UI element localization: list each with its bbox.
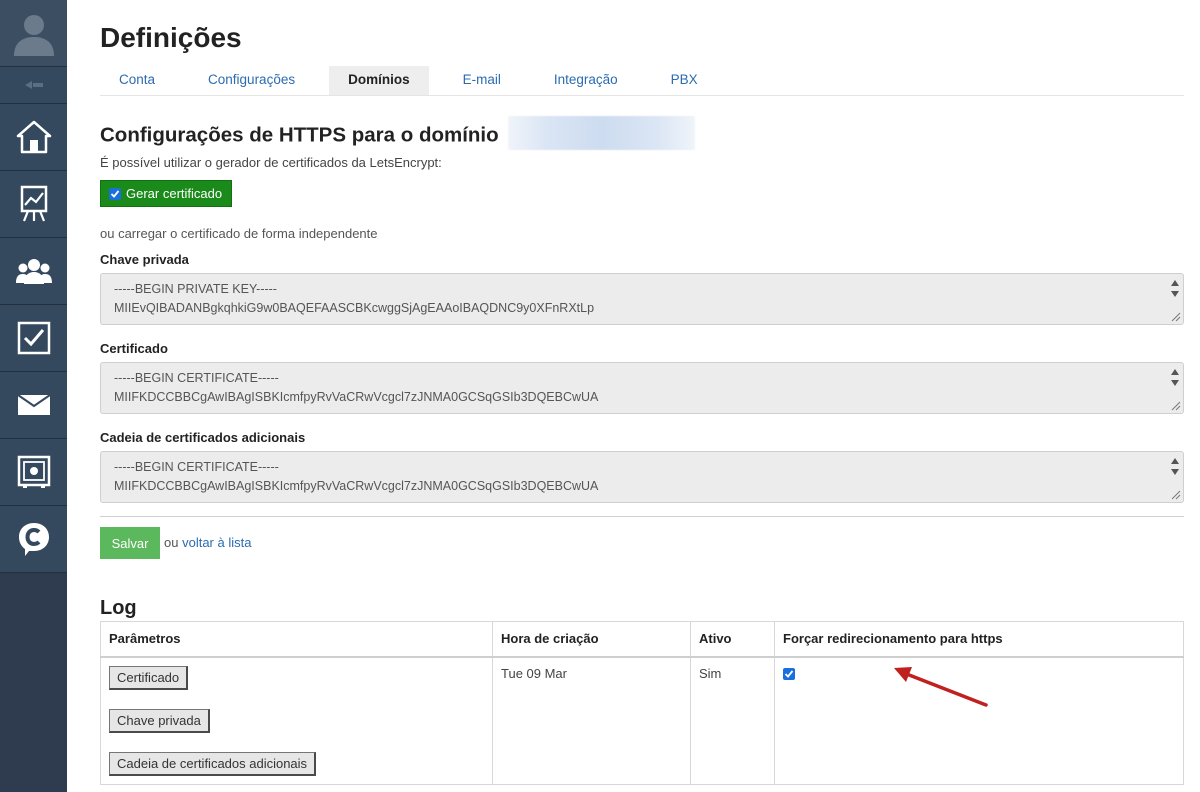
resize-handle-icon[interactable] — [1171, 401, 1181, 411]
collapse-icon — [24, 81, 43, 89]
tab-dominios[interactable]: Domínios — [329, 66, 429, 95]
checkmark-icon — [784, 669, 794, 678]
save-button[interactable]: Salvar — [100, 527, 160, 559]
active-cell: Sim — [690, 656, 775, 785]
user-avatar-icon — [13, 15, 54, 56]
sidebar-collapse[interactable] — [0, 67, 67, 104]
sidebar-item-chat[interactable] — [0, 506, 67, 573]
page-title: Definições — [100, 22, 242, 53]
mail-icon — [16, 394, 51, 415]
certificate-textarea[interactable]: -----BEGIN CERTIFICATE----- MIIFKDCCBBCg… — [100, 362, 1184, 414]
scroll-up-icon — [1171, 369, 1179, 375]
checkmark-icon — [110, 189, 120, 198]
back-to-list-link[interactable]: voltar à lista — [182, 535, 251, 550]
chain-label: Cadeia de certificados adicionais — [100, 430, 306, 445]
or-word: ou — [164, 535, 179, 550]
download-private-key-button[interactable]: Chave privada — [109, 708, 210, 733]
tab-bar: Conta Configurações Domínios E-mail Inte… — [100, 66, 1184, 96]
resize-handle-icon[interactable] — [1171, 312, 1181, 322]
sidebar-item-home[interactable] — [0, 104, 67, 171]
https-title-text: Configurações de HTTPS para o domínio — [100, 123, 499, 147]
sidebar-item-tasks[interactable] — [0, 305, 67, 372]
private-key-line-1: -----BEGIN PRIVATE KEY----- — [114, 282, 277, 296]
scroll-down-icon — [1171, 469, 1179, 475]
https-section-title: Configurações de HTTPS para o domínio — [100, 116, 696, 150]
certificate-label: Certificado — [100, 341, 168, 356]
generate-certificate-label: Gerar certificado — [126, 186, 223, 201]
log-title: Log — [100, 597, 137, 619]
letsencrypt-hint: É possível utilizar o gerador de certifi… — [100, 155, 442, 170]
tab-pbx[interactable]: PBX — [652, 66, 717, 95]
section-divider — [100, 516, 1184, 517]
log-table: Parâmetros Hora de criação Ativo Forçar … — [100, 621, 1184, 785]
scroll-down-icon — [1171, 380, 1179, 386]
column-header-created: Hora de criação — [492, 621, 691, 658]
tab-configuracoes[interactable]: Configurações — [189, 66, 314, 95]
table-row: Certificado Chave privada Cadeia de cert… — [100, 656, 1184, 785]
sidebar-item-mail[interactable] — [0, 372, 67, 439]
scroll-down-icon — [1171, 291, 1179, 297]
chart-board-icon — [20, 185, 47, 222]
scroll-up-icon — [1171, 280, 1179, 286]
created-cell: Tue 09 Mar — [492, 656, 691, 785]
force-https-checkbox[interactable] — [783, 667, 795, 680]
users-icon — [15, 259, 52, 284]
red-arrow-annotation — [894, 667, 988, 707]
download-certificate-button[interactable]: Certificado — [109, 665, 189, 690]
blurred-domain-name — [508, 116, 696, 150]
tab-integracao[interactable]: Integração — [535, 66, 637, 95]
chain-line-2: MIIFKDCCBBCgAwIBAgISBKIcmfpyRvVaCRwVcgcl… — [114, 479, 599, 493]
column-header-force-https: Forçar redirecionamento para https — [774, 621, 1184, 658]
certificate-line-1: -----BEGIN CERTIFICATE----- — [114, 371, 279, 385]
certificate-line-2: MIIFKDCCBBCgAwIBAgISBKIcmfpyRvVaCRwVcgcl… — [114, 390, 599, 404]
task-check-icon — [17, 321, 50, 355]
generate-certificate-button[interactable]: Gerar certificado — [100, 180, 233, 207]
parameters-cell: Certificado Chave privada Cadeia de cert… — [100, 656, 493, 785]
resize-handle-icon[interactable] — [1171, 490, 1181, 500]
home-icon — [16, 120, 51, 154]
sidebar-item-reports[interactable] — [0, 171, 67, 238]
back-to-list: ou voltar à lista — [164, 535, 251, 550]
download-chain-button[interactable]: Cadeia de certificados adicionais — [109, 751, 317, 776]
chat-c-icon — [18, 523, 49, 556]
sidebar — [0, 0, 67, 792]
sidebar-item-safe[interactable] — [0, 439, 67, 506]
chain-line-1: -----BEGIN CERTIFICATE----- — [114, 460, 279, 474]
scroll-up-icon — [1171, 458, 1179, 464]
column-header-parameters: Parâmetros — [100, 621, 493, 658]
private-key-textarea[interactable]: -----BEGIN PRIVATE KEY----- MIIEvQIBADAN… — [100, 273, 1184, 325]
tab-conta[interactable]: Conta — [100, 66, 174, 95]
tab-email[interactable]: E-mail — [444, 66, 520, 95]
log-header-row: Parâmetros Hora de criação Ativo Forçar … — [100, 621, 1184, 658]
upload-independent-text: ou carregar o certificado de forma indep… — [100, 226, 378, 241]
generate-certificate-checkbox[interactable] — [109, 187, 121, 200]
chain-textarea[interactable]: -----BEGIN CERTIFICATE----- MIIFKDCCBBCg… — [100, 451, 1184, 503]
private-key-label: Chave privada — [100, 252, 189, 267]
user-avatar[interactable] — [0, 0, 67, 67]
sidebar-item-contacts[interactable] — [0, 238, 67, 305]
private-key-line-2: MIIEvQIBADANBgkqhkiG9w0BAQEFAASCBKcwggSj… — [114, 301, 595, 315]
safe-icon — [17, 455, 50, 488]
column-header-active: Ativo — [690, 621, 775, 658]
